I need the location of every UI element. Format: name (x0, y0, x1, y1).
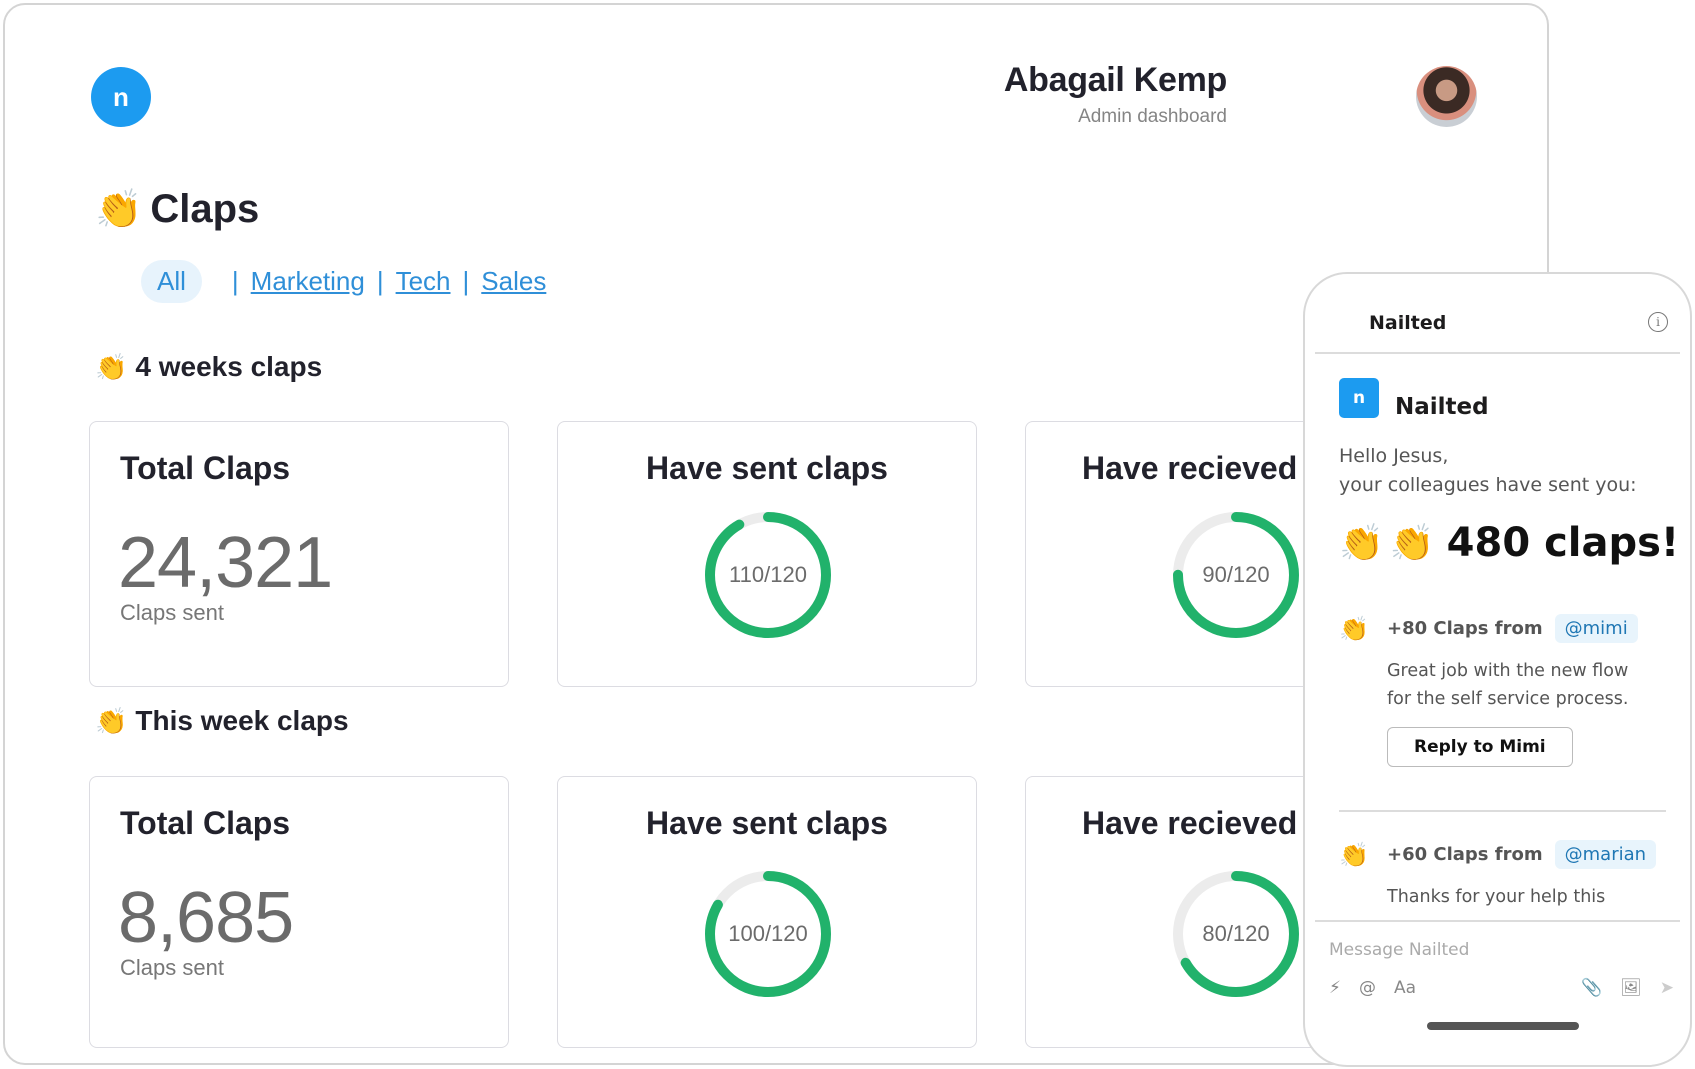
total-claps-label: Claps sent (120, 600, 224, 625)
clap-icon: 👏 (95, 188, 143, 231)
total-claps-card: Total Claps 24,321 Claps sent (89, 421, 509, 687)
department-filters: All | Marketing | Tech | Sales (141, 260, 546, 303)
filter-sales[interactable]: Sales (481, 266, 546, 297)
send-icon[interactable]: ➤ (1660, 978, 1674, 998)
phone-notification: Nailted i n Nailted Hello Jesus, your co… (1303, 272, 1692, 1067)
section-4-weeks: 👏 4 weeks claps (95, 351, 322, 383)
card-title: Have sent claps (646, 450, 888, 486)
card-title: Total Claps (120, 805, 291, 841)
total-claps-value: 24,321 (118, 523, 333, 603)
mention-link[interactable]: @mimi (1554, 614, 1638, 643)
section-title: This week claps (135, 705, 349, 736)
claps-from: +60 Claps from (1387, 844, 1543, 865)
chat-header: Nailted i (1315, 274, 1680, 354)
page-title: 👏 Claps (95, 187, 259, 232)
clap-icon: 👏 (95, 705, 128, 736)
separator: | (462, 266, 470, 296)
attach-icon[interactable]: 📎 (1581, 978, 1602, 998)
filter-all[interactable]: All (141, 260, 202, 303)
ring-label: 110/120 (729, 562, 807, 587)
claps-from: +80 Claps from (1387, 618, 1543, 639)
app-name: Nailted (1395, 394, 1489, 420)
nailted-app-icon: n (1339, 378, 1379, 418)
section-title: 4 weeks claps (135, 351, 323, 382)
avatar[interactable] (1416, 66, 1477, 127)
clap-icon: 👏 (1339, 614, 1369, 643)
card-title: Total Claps (120, 450, 291, 486)
mention-link[interactable]: @marian (1554, 840, 1657, 869)
chat-title: Nailted (1369, 312, 1447, 334)
message-line: Thanks for your help this (1387, 887, 1606, 907)
composer-tools-right: 📎 🖼 ➤ (1581, 978, 1674, 998)
total-claps-label: Claps sent (120, 955, 224, 980)
logo-letter: n (113, 81, 129, 112)
reply-button[interactable]: Reply to Mimi (1387, 727, 1573, 767)
format-icon[interactable]: Aa (1394, 978, 1416, 998)
progress-ring: 90/120 (1171, 510, 1301, 640)
separator: | (376, 266, 384, 296)
ring-label: 80/120 (1202, 921, 1270, 946)
clap-message: 👏 +80 Claps from @mimi Great job with th… (1339, 614, 1666, 767)
section-this-week: 👏 This week claps (95, 705, 349, 737)
message-composer: Message Nailted ⚡ @ Aa 📎 🖼 ➤ (1315, 920, 1680, 998)
clap-icon: 👏 (1389, 523, 1435, 564)
message-body: Great job with the new flow for the self… (1387, 657, 1666, 713)
ring-label: 100/120 (728, 921, 808, 946)
sent-claps-card: Have sent claps 100/120 (557, 776, 977, 1048)
greeting-line-2: your colleagues have sent you: (1339, 474, 1637, 496)
composer-tools: ⚡ @ Aa (1329, 978, 1416, 998)
card-title: Have sent claps (646, 805, 888, 841)
divider (1339, 810, 1666, 812)
nailted-logo[interactable]: n (91, 67, 151, 127)
clap-icon: 👏 (1339, 523, 1384, 564)
claps-summary: 👏 👏 480 claps! (1339, 520, 1679, 566)
separator: | (231, 266, 239, 296)
filter-tech[interactable]: Tech (396, 266, 451, 297)
user-info: Abagail Kemp Admin dashboard (1004, 61, 1227, 128)
progress-ring: 100/120 (703, 869, 833, 999)
message-line: for the self service process. (1387, 689, 1629, 709)
message-body: Thanks for your help this (1387, 883, 1666, 911)
home-indicator (1427, 1022, 1579, 1030)
user-role: Admin dashboard (1078, 106, 1227, 127)
info-icon[interactable]: i (1648, 312, 1668, 332)
greeting: Hello Jesus, your colleagues have sent y… (1339, 442, 1637, 500)
greeting-line-1: Hello Jesus, (1339, 445, 1449, 467)
sent-claps-card: Have sent claps 110/120 (557, 421, 977, 687)
progress-ring: 80/120 (1171, 869, 1301, 999)
message-input[interactable]: Message Nailted (1329, 940, 1469, 960)
total-claps-card: Total Claps 8,685 Claps sent (89, 776, 509, 1048)
clap-message: 👏 +60 Claps from @marian Thanks for your… (1339, 840, 1666, 911)
total-claps-value: 8,685 (118, 878, 294, 958)
mention-icon[interactable]: @ (1359, 978, 1376, 998)
shortcut-icon[interactable]: ⚡ (1329, 978, 1341, 998)
claps-total: 480 claps! (1446, 520, 1680, 566)
clap-icon: 👏 (1339, 840, 1369, 869)
image-icon[interactable]: 🖼 (1620, 978, 1642, 998)
user-name: Abagail Kemp (1003, 61, 1227, 99)
progress-ring: 110/120 (703, 510, 833, 640)
filter-marketing[interactable]: Marketing (251, 266, 365, 297)
ring-label: 90/120 (1202, 562, 1270, 587)
clap-icon: 👏 (95, 351, 128, 382)
message-line: Great job with the new flow (1387, 661, 1629, 681)
page-title-text: Claps (150, 187, 260, 231)
